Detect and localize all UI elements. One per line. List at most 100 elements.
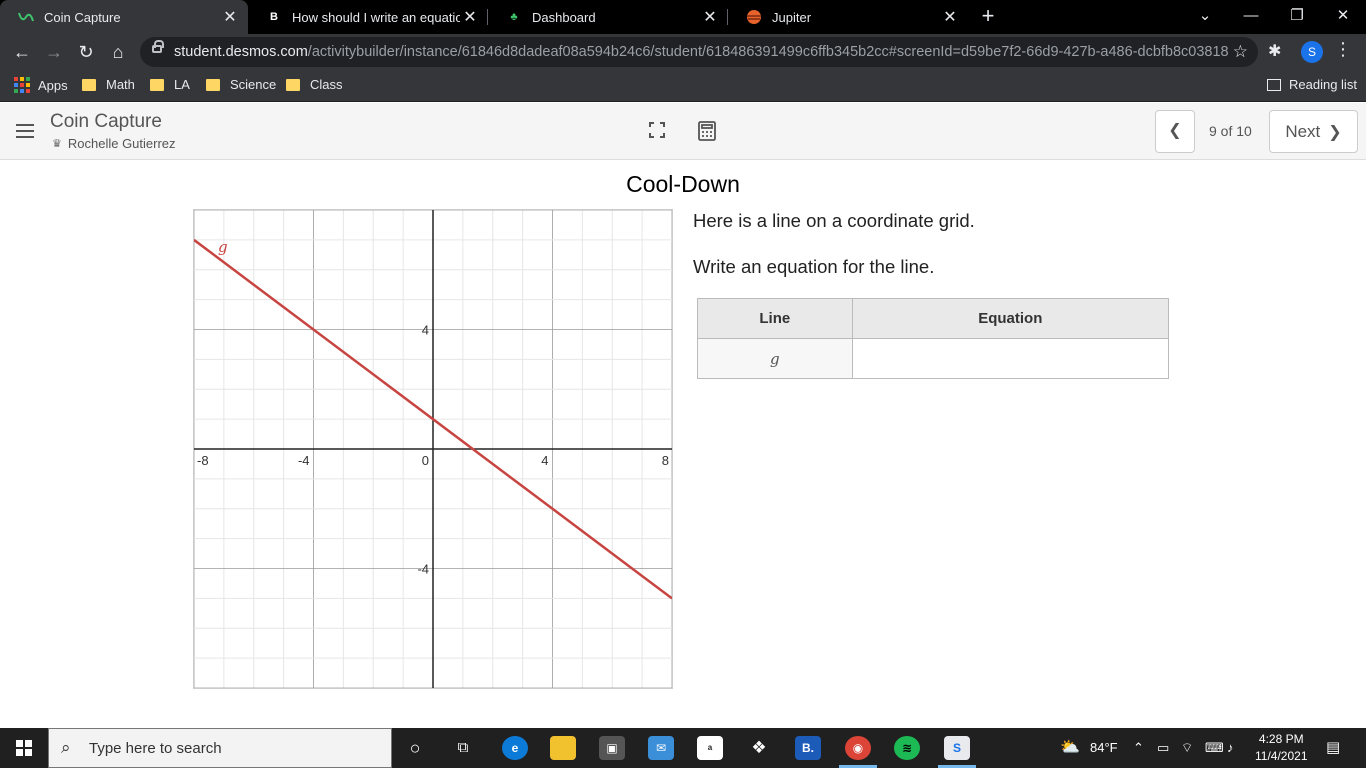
edge-icon[interactable]: e [502,736,528,760]
address-bar[interactable]: student.desmos.com/activitybuilder/insta… [140,37,1258,67]
system-clock[interactable]: 4:28 PM 11/4/2021 [1255,731,1308,765]
x-tick-label: 0 [422,453,429,468]
prompt-text: Here is a line on a coordinate grid. [693,210,975,231]
x-tick-label: -8 [197,453,209,468]
close-window-icon[interactable]: ✕ [1320,0,1366,34]
new-tab-icon[interactable]: + [975,4,1001,30]
teacher-icon: ♛ [52,138,62,150]
folder-icon [150,78,164,91]
mail-icon[interactable]: ✉ [648,736,674,760]
file-explorer-icon[interactable] [550,736,576,760]
teacher-label: Rochelle Gutierrez [67,136,176,151]
x-tick-label: 8 [662,453,669,468]
show-hidden-icons-icon[interactable]: ⌃ [1133,728,1144,768]
task-view-icon[interactable]: ⧉ [450,736,476,760]
bookmark-math[interactable]: Math [82,77,135,92]
minimize-icon[interactable]: — [1228,0,1274,34]
tab-dashboard[interactable]: ♣ Dashboard ✕ [488,0,728,34]
bookmark-label: Apps [38,77,68,93]
bing-icon[interactable]: B. [795,736,821,760]
column-header-equation: Equation [851,298,1170,339]
tab-label: Dashboard [532,9,596,25]
volume-icon[interactable]: ♪ [1227,728,1234,768]
cortana-icon[interactable]: ○ [402,736,428,760]
previous-screen-button[interactable]: ❮ [1155,110,1195,153]
bookmark-apps[interactable]: Apps [14,77,68,93]
profile-avatar[interactable]: S [1301,41,1323,63]
menu-icon[interactable] [16,124,34,138]
restore-icon[interactable]: ❐ [1274,0,1320,34]
screen-title: Cool-Down [626,171,740,197]
x-tick-label: 4 [541,453,548,468]
amazon-icon[interactable]: a [697,736,723,760]
tab-jupiter[interactable]: Jupiter ✕ [728,0,968,34]
chrome-profile-icon[interactable]: S [938,736,976,768]
bookmark-label: LA [174,77,190,92]
calculator-icon[interactable] [698,121,716,146]
next-label: Next [1285,121,1321,141]
dashboard-icon: ♣ [510,11,518,23]
reading-list[interactable]: Reading list [1267,77,1357,92]
tab-label: Coin Capture [44,9,121,25]
question-text: Write an equation for the line. [693,256,935,277]
notifications-icon[interactable]: ▤ [1326,728,1340,768]
search-icon: ⌕ [61,738,71,757]
activity-title: Coin Capture [50,111,162,132]
tab-brainly[interactable]: B How should I write an equation fo ✕ [248,0,488,34]
x-tick-label: -4 [298,453,310,468]
chevron-left-icon: ❮ [1168,122,1182,139]
browser-toolbar: ← → ↻ ⌂ student.desmos.com/activitybuild… [0,34,1366,70]
home-icon[interactable]: ⌂ [104,38,132,66]
weather-temp[interactable]: 84°F [1090,728,1118,768]
bookmark-star-icon[interactable]: ☆ [1233,42,1248,62]
bookmark-class[interactable]: Class [286,77,343,92]
close-tab-icon[interactable]: ✕ [460,7,480,27]
coordinate-graph[interactable]: -8 -4 0 4 8 4 -4 g [193,209,673,689]
jupiter-icon [746,9,762,25]
reading-list-icon [1267,78,1281,91]
extensions-icon[interactable]: ✱ [1268,41,1281,61]
bookmark-label: Math [106,77,135,92]
close-tab-icon[interactable]: ✕ [700,7,720,27]
chrome-icon[interactable]: ◉ [839,736,877,768]
tab-search-icon[interactable]: ⌄ [1182,0,1228,34]
clock-date: 11/4/2021 [1255,749,1308,763]
desmos-icon [18,9,34,25]
activity-header: Coin Capture ♛ Rochelle Gutierrez ❮ 9 of… [0,103,1366,160]
weather-icon[interactable]: ⛅ [1060,728,1080,768]
bookmark-label: Class [310,77,343,92]
equation-table: Line Equation g [697,298,1170,379]
teacher-name: ♛ Rochelle Gutierrez [52,136,176,151]
tab-coin-capture[interactable]: Coin Capture ✕ [0,0,248,34]
screen-counter: 9 of 10 [1209,123,1252,139]
store-icon[interactable]: ▣ [599,736,625,760]
onscreen-keyboard-icon[interactable]: ⌨ [1205,728,1224,768]
forward-icon[interactable]: → [40,38,68,66]
reload-icon[interactable]: ↻ [72,38,100,66]
brainly-icon: B [270,11,278,23]
back-icon[interactable]: ← [8,38,36,66]
close-tab-icon[interactable]: ✕ [220,7,240,27]
dropbox-icon[interactable]: ❖ [746,736,772,760]
fullscreen-icon[interactable] [648,121,666,144]
bookmark-la[interactable]: LA [150,77,190,92]
next-screen-button[interactable]: Next ❯ [1269,110,1358,153]
url-text: student.desmos.com/activitybuilder/insta… [174,44,1229,60]
folder-icon [286,78,300,91]
browser-tab-bar: Coin Capture ✕ B How should I write an e… [0,0,1366,34]
search-placeholder: Type here to search [89,740,222,757]
equation-input-cell[interactable] [851,338,1170,379]
bookmark-science[interactable]: Science [206,77,276,92]
wifi-icon[interactable]: ⌔ [1181,728,1193,768]
taskbar-search-box[interactable]: ⌕ Type here to search [48,728,392,768]
spotify-icon[interactable]: ≋ [894,736,920,760]
y-tick-label: 4 [422,323,429,338]
browser-menu-icon[interactable]: ⋮ [1334,39,1352,60]
bookmarks-bar: Apps Math LA Science Class Reading list [0,70,1366,102]
battery-icon[interactable]: ▭ [1157,728,1169,768]
reading-list-label: Reading list [1289,77,1357,92]
close-tab-icon[interactable]: ✕ [940,7,960,27]
line-name-cell: g [697,338,853,379]
folder-icon [206,78,220,91]
windows-start-icon[interactable] [16,740,32,756]
